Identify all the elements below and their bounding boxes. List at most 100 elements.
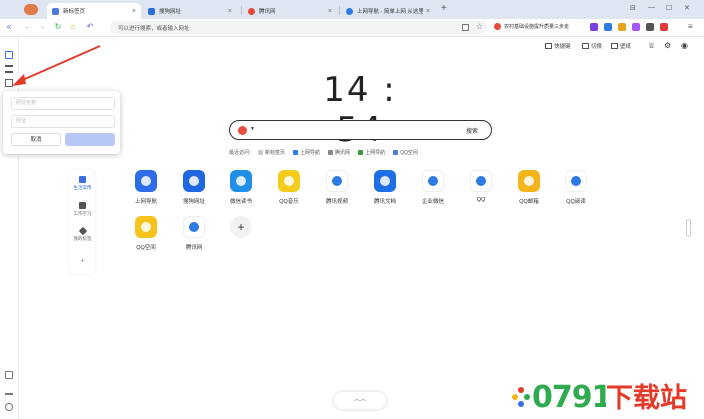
search-box[interactable]: ▼ 搜索 <box>229 120 492 140</box>
keyboard-icon <box>545 43 552 49</box>
app-tile[interactable]: QQ <box>458 170 504 203</box>
recent-item-label: 上网导航 <box>300 150 321 156</box>
app-tile[interactable]: + <box>218 216 264 243</box>
category-tags[interactable]: 我的标签 <box>70 226 95 242</box>
site-icon <box>393 150 399 155</box>
svg-text:0791: 0791 <box>532 380 606 413</box>
recent-item[interactable]: QQ空间 <box>393 149 418 156</box>
tag-icon <box>78 226 87 236</box>
minimize-button[interactable]: — <box>648 4 655 11</box>
address-bar[interactable]: 可以进行搜索，或者输入网址 <box>110 21 487 34</box>
url-placeholder: 网址 <box>16 118 27 124</box>
recent-item-label: 新标签页 <box>265 150 286 156</box>
close-icon[interactable]: × <box>228 8 232 15</box>
app-tile[interactable]: 搜狗网址 <box>171 170 217 205</box>
maximize-button[interactable]: ☐ <box>666 4 672 12</box>
close-icon[interactable]: × <box>426 8 430 15</box>
app-tile[interactable]: QQ音乐 <box>266 170 312 205</box>
app-tile[interactable]: 企业微信 <box>410 170 456 205</box>
tab-bar: 新标签页 × 搜狗网址 × 腾讯网 × 上网导航 - 简单上网 从这里开始 × … <box>0 0 704 19</box>
extension-icon[interactable] <box>604 23 612 31</box>
search-button[interactable]: 搜索 <box>466 126 478 135</box>
history-icon[interactable] <box>5 371 13 379</box>
app-tile[interactable]: 腾讯文档 <box>362 170 408 205</box>
category-label: 生活常用 <box>73 185 92 190</box>
close-icon[interactable]: × <box>132 8 136 15</box>
reload-button[interactable]: ↻ <box>52 21 64 33</box>
scrollbar-thumb[interactable] <box>686 219 691 237</box>
undo-close-button[interactable]: ↶ <box>84 21 96 33</box>
app-tile[interactable]: 微信读书 <box>218 170 264 205</box>
new-tab-button[interactable]: + <box>441 3 447 14</box>
sogou-icon <box>183 170 205 192</box>
extension-icon[interactable] <box>646 23 654 31</box>
extension-icon[interactable] <box>660 23 668 31</box>
tab-tencent[interactable]: 腾讯网 × <box>243 3 337 19</box>
collapse-sidebar-icon[interactable]: « <box>3 21 15 33</box>
cancel-button[interactable]: 取消 <box>11 133 61 146</box>
name-field[interactable]: 网址名称 <box>11 97 115 110</box>
chevron-down-icon[interactable]: ▼ <box>250 126 255 132</box>
category-life[interactable]: 生活常用 <box>70 176 95 191</box>
app-tile[interactable]: 上网导航 <box>123 170 169 205</box>
eye-icon[interactable]: ◉ <box>681 41 688 50</box>
sogou-logo-icon <box>494 23 501 30</box>
confirm-button[interactable]: 确定 <box>65 133 115 146</box>
recent-item[interactable]: 上网导航 <box>293 149 320 156</box>
star-icon[interactable]: ☆ <box>476 22 483 31</box>
shortcut-control[interactable]: 快捷键 <box>545 42 571 50</box>
settings-icon[interactable] <box>5 403 13 411</box>
expand-handle[interactable]: ︿︿ <box>334 392 386 409</box>
home-button[interactable]: ⌂ <box>67 21 79 33</box>
qqread-icon <box>565 170 587 192</box>
extensions-area <box>590 23 674 31</box>
close-window-button[interactable]: ✕ <box>684 4 690 12</box>
extension-icon[interactable] <box>590 23 598 31</box>
back-button[interactable]: ← <box>22 21 34 33</box>
window-menu-icon[interactable]: ⊟ <box>630 4 636 12</box>
qr-code-icon[interactable] <box>462 24 469 31</box>
tab-sogou[interactable]: 搜狗网址 × <box>143 3 237 19</box>
extension-icon[interactable] <box>618 23 626 31</box>
switch-control[interactable]: 切换 <box>582 42 602 50</box>
tab-favicon-icon <box>52 7 59 15</box>
recent-item[interactable]: 新标签页 <box>258 149 285 156</box>
tencent-video-icon <box>326 170 348 192</box>
category-add[interactable]: + <box>70 256 95 265</box>
recent-item[interactable]: 腾讯网 <box>328 149 350 156</box>
category-panel: 生活常用 工作学习 我的标签 + <box>70 170 95 274</box>
sogou-engine-icon[interactable] <box>238 126 247 135</box>
site-icon <box>258 150 264 155</box>
extension-icon[interactable] <box>632 23 640 31</box>
tab-label: 上网导航 - 简单上网 从这里开始 <box>357 9 423 15</box>
app-tile[interactable]: QQ阅读 <box>553 170 599 205</box>
tab-new-tab[interactable]: 新标签页 × <box>47 3 141 19</box>
gear-icon[interactable]: ⚙ <box>664 41 671 50</box>
browser-logo-icon[interactable] <box>24 4 38 15</box>
skin-icon[interactable]: ♕ <box>648 41 655 50</box>
qqmail-icon <box>518 170 540 192</box>
app-tile[interactable]: QQ邮箱 <box>506 170 552 205</box>
forward-button[interactable]: → <box>36 21 48 33</box>
close-icon[interactable]: × <box>328 8 332 15</box>
app-tile[interactable]: QQ空间 <box>123 216 169 251</box>
recent-item-label: 上网导航 <box>365 150 386 156</box>
recent-item[interactable]: 上网导航 <box>358 149 385 156</box>
tab-navigation[interactable]: 上网导航 - 简单上网 从这里开始 × <box>341 3 435 19</box>
menu-icon[interactable]: ≡ <box>688 22 693 31</box>
app-label: QQ音乐 <box>279 199 299 205</box>
recent-item-label: QQ空间 <box>400 150 418 156</box>
news-text: 农村基础设施提升质量三步走 <box>504 24 570 30</box>
tab-label: 新标签页 <box>63 9 86 15</box>
url-field[interactable]: 网址 <box>11 115 115 128</box>
app-tile[interactable]: 腾讯网 <box>171 216 217 251</box>
tab-label: 腾讯网 <box>259 9 276 15</box>
app-tile[interactable]: 腾讯视频 <box>314 170 360 205</box>
download-icon[interactable] <box>5 387 13 395</box>
wallpaper-control[interactable]: 壁纸 <box>611 42 631 50</box>
category-work[interactable]: 工作学习 <box>70 202 95 217</box>
watermark-text: 下载站 <box>606 382 687 414</box>
recent-item-label: 腾讯网 <box>335 150 351 156</box>
news-ticker[interactable]: 农村基础设施提升质量三步走 <box>494 23 569 30</box>
app-label: 腾讯网 <box>185 245 203 251</box>
